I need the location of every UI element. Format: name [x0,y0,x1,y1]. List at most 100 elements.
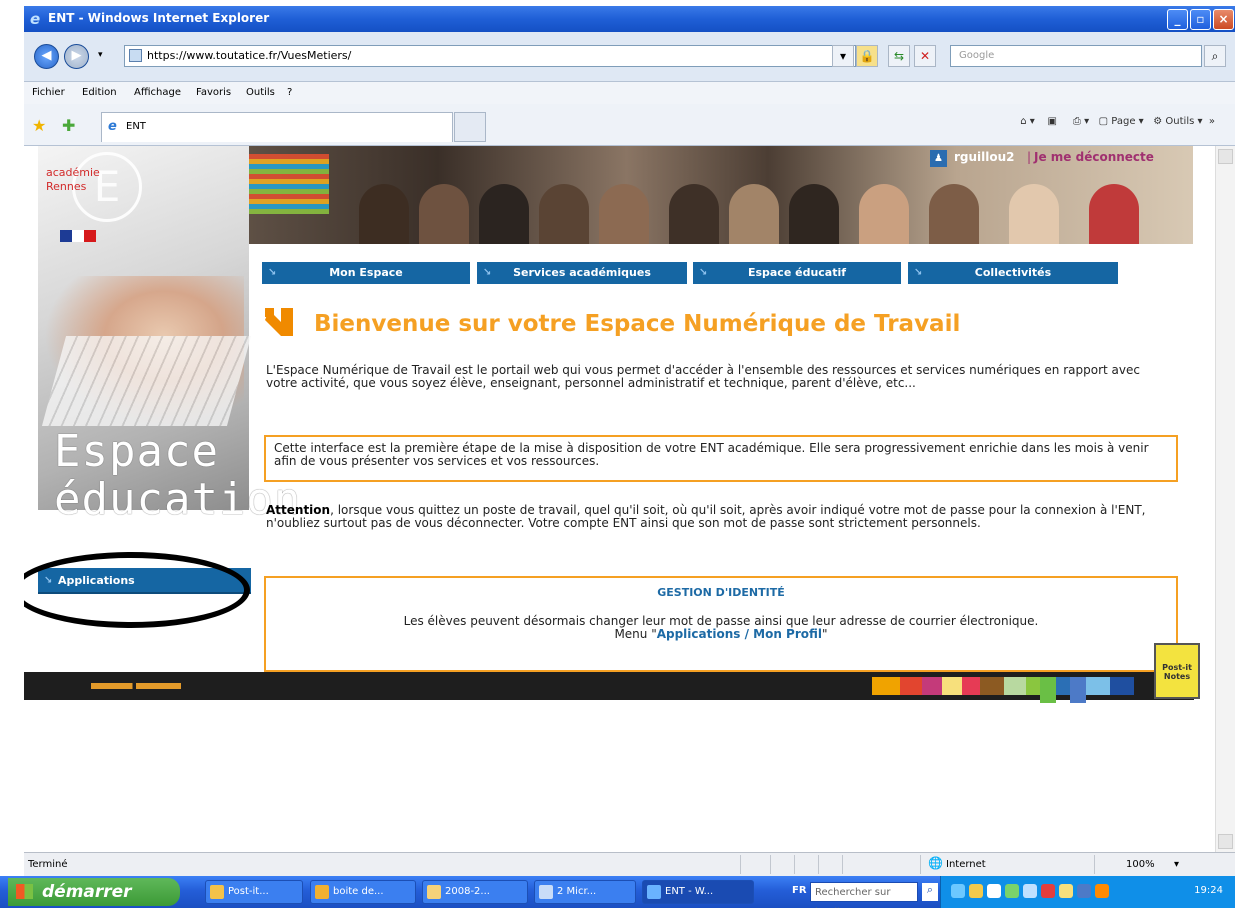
search-input[interactable]: Google [950,45,1202,67]
page-menu-button[interactable]: ▢ Page ▾ [1099,116,1144,127]
home-icon[interactable]: ⌂ ▾ [1020,116,1035,127]
user-bar-separator: | [1027,150,1032,164]
postit-icon [210,885,224,899]
arrow-icon: ↘ [914,267,923,278]
menu-item-edition[interactable]: Edition [82,87,117,98]
task-microsoft[interactable]: 2 Micr... [534,880,636,904]
tools-menu-button[interactable]: ⚙ Outils ▾ [1153,116,1202,127]
status-bar: Terminé 🌐 Internet 100% ▾ [24,852,1235,876]
tray-icon-3[interactable] [987,884,1001,898]
taskbar: démarrer Post-it... boite de... 2008-2..… [0,876,1235,908]
task-ent[interactable]: ENT - W... [642,880,754,904]
folder-icon [427,885,441,899]
menu-item-fichier[interactable]: Fichier [32,87,65,98]
highlight-circle [24,552,250,628]
url-field[interactable]: https://www.toutatice.fr/VuesMetiers/ [124,45,856,67]
window-title-bar[interactable]: e ENT - Windows Internet Explorer _ ▫ × [24,6,1235,32]
postit-notes-icon[interactable]: Post-it Notes [1154,643,1200,699]
menu-bar: Fichier Edition Affichage Favoris Outils… [24,82,1235,104]
page-content: E académie Rennes Espace éducation ↘ App… [24,146,1215,852]
history-dropdown-icon[interactable]: ▾ [98,50,103,60]
clock[interactable]: 19:24 [1194,885,1223,896]
zoom-level[interactable]: 100% [1126,859,1155,870]
refresh-icon[interactable]: ⇆ [888,45,910,67]
print-icon[interactable]: ⎙ ▾ [1073,116,1089,127]
security-zone: Internet [946,859,986,870]
page-title: Bienvenue sur votre Espace Numérique de … [314,311,961,337]
academie-logo-text: académie Rennes [46,166,100,193]
tray-icon-2[interactable] [969,884,983,898]
menu-item-affichage[interactable]: Affichage [134,87,181,98]
internet-zone-icon: 🌐 [928,856,943,870]
close-button[interactable]: × [1213,9,1234,30]
window-title: ENT - Windows Internet Explorer [48,11,270,25]
footer-links[interactable] [91,683,181,689]
address-toolbar: ◀ ▶ ▾ https://www.toutatice.fr/VuesMetie… [24,32,1235,82]
tray-icon-9[interactable] [1095,884,1109,898]
ie-logo-icon: e [30,10,41,28]
command-bar: ⌂ ▾ ▣ ⎙ ▾ ▢ Page ▾ ⚙ Outils ▾ » [1020,116,1215,127]
new-tab-button[interactable] [454,112,486,142]
menu-item-favoris[interactable]: Favoris [196,87,231,98]
minimize-button[interactable]: _ [1167,9,1188,30]
system-tray: 19:24 [940,876,1235,908]
lock-icon[interactable]: 🔒 [856,45,878,67]
feeds-icon[interactable]: ▣ [1048,116,1057,127]
menu-item-help[interactable]: ? [287,87,292,98]
menu-item-outils[interactable]: Outils [246,87,275,98]
sidebar: E académie Rennes Espace éducation ↘ App… [24,146,300,670]
banner-stripes [249,154,329,214]
maximize-button[interactable]: ▫ [1190,9,1211,30]
ie-icon [647,885,661,899]
status-text: Terminé [28,859,68,870]
keyboard-image [41,336,252,426]
scroll-down-button[interactable] [1218,834,1233,849]
tray-icon-6[interactable] [1041,884,1055,898]
favorites-star-icon[interactable]: ★ [32,116,46,135]
office-icon [539,885,553,899]
intro-text: L'Espace Numérique de Travail est le por… [266,363,1140,390]
language-indicator[interactable]: FR [792,885,807,896]
url-dropdown-icon[interactable]: ▾ [832,45,854,67]
tab-ent-label: ENT [126,121,146,132]
french-flag-icon [60,230,96,242]
tab-mon-espace[interactable]: ↘ Mon Espace [262,262,470,284]
back-button[interactable]: ◀ [34,44,59,69]
scroll-up-button[interactable] [1218,149,1233,164]
notice-box: Cette interface est la première étape de… [264,435,1178,482]
tray-icon-1[interactable] [951,884,965,898]
stop-icon[interactable]: ✕ [914,45,936,67]
logout-link[interactable]: Je me déconnecte [1034,150,1154,164]
welcome-arrow-icon [265,308,293,336]
task-boite[interactable]: boite de... [310,880,416,904]
identity-title: GESTION D'IDENTITÉ [657,586,785,599]
tab-collectivites[interactable]: ↘ Collectivités [908,262,1118,284]
desktop-search-input[interactable]: Rechercher sur l'ordin [810,882,918,908]
tab-ent[interactable]: e ENT [101,112,453,142]
mail-icon [315,885,329,899]
desktop-search-icon[interactable]: ⌕ [922,883,938,901]
vertical-scrollbar[interactable] [1215,146,1235,852]
applications-profil-link[interactable]: Applications / Mon Profil [657,627,822,641]
start-button[interactable]: démarrer [8,878,180,906]
footer-strip [24,672,1194,703]
url-text: https://www.toutatice.fr/VuesMetiers/ [147,49,352,62]
tray-icon-4[interactable] [1005,884,1019,898]
add-favorite-icon[interactable]: ✚ [62,116,75,135]
tab-services-academiques[interactable]: ↘ Services académiques [477,262,687,284]
arrow-icon: ↘ [483,267,492,278]
tray-icon-7[interactable] [1059,884,1073,898]
tray-icon-5[interactable] [1023,884,1037,898]
identity-box: GESTION D'IDENTITÉ Les élèves peuvent dé… [264,576,1178,672]
task-folder[interactable]: 2008-2... [422,880,528,904]
tray-icon-8[interactable] [1077,884,1091,898]
tab-espace-educatif[interactable]: ↘ Espace éducatif [693,262,901,284]
zoom-dropdown-icon[interactable]: ▾ [1174,859,1179,870]
user-name: rguillou2 [954,150,1015,164]
windows-logo-icon [16,884,33,899]
search-icon[interactable]: ⌕ [1204,45,1226,67]
task-postit[interactable]: Post-it... [205,880,303,904]
forward-button[interactable]: ▶ [64,44,89,69]
identity-text: Les élèves peuvent désormais changer leu… [403,614,1039,641]
tab-bar: ★ ✚ e ENT ⌂ ▾ ▣ ⎙ ▾ ▢ Page ▾ ⚙ Outils ▾ … [24,104,1235,146]
